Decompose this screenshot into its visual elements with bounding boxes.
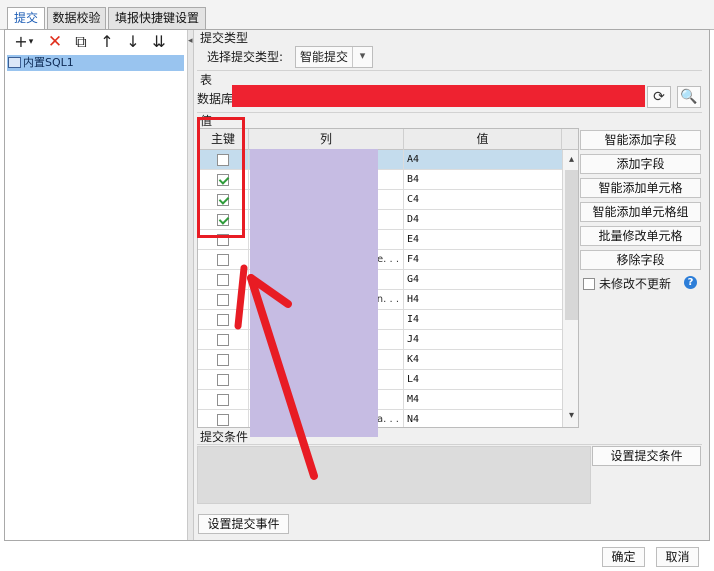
primary-key-cell xyxy=(198,310,249,330)
splitter-handle[interactable]: ◂ xyxy=(188,30,194,540)
primary-key-cell xyxy=(198,270,249,290)
table-section-title: 表 xyxy=(200,73,213,87)
submit-type-value: 智能提交 xyxy=(300,50,349,64)
tab-data-validation[interactable]: 数据校验 xyxy=(47,7,106,30)
primary-key-cell xyxy=(198,290,249,310)
submit-type-label: 选择提交类型: xyxy=(207,50,284,64)
value-cell[interactable]: H4 xyxy=(404,290,562,310)
value-cell[interactable]: I4 xyxy=(404,310,562,330)
value-cell[interactable]: G4 xyxy=(404,270,562,290)
chevron-down-icon[interactable]: ▾ xyxy=(352,47,372,67)
scroll-down-icon[interactable]: ▾ xyxy=(563,408,578,424)
smart-add-cell-button[interactable]: 智能添加单元格 xyxy=(580,178,701,198)
primary-key-cell xyxy=(198,370,249,390)
column-redaction xyxy=(250,149,378,437)
tab-shortcut-settings[interactable]: 填报快捷键设置 xyxy=(108,7,206,30)
value-cell[interactable]: A4 xyxy=(404,150,562,170)
primary-key-checkbox[interactable] xyxy=(217,394,229,406)
header-column[interactable]: 列 xyxy=(249,129,404,150)
table-scrollbar[interactable]: ▴ ▾ xyxy=(562,150,578,427)
smart-add-cell-group-button[interactable]: 智能添加单元格组 xyxy=(580,202,701,222)
divider xyxy=(197,70,702,71)
browse-table-icon[interactable]: 🔍 xyxy=(677,86,701,108)
batch-modify-cells-button[interactable]: 批量修改单元格 xyxy=(580,226,701,246)
database-label: 数据库 xyxy=(197,92,234,106)
value-cell[interactable]: F4 xyxy=(404,250,562,270)
value-cell[interactable]: D4 xyxy=(404,210,562,230)
move-bottom-icon[interactable]: ⇊ xyxy=(148,32,170,52)
primary-key-checkbox[interactable] xyxy=(217,254,229,266)
scrollbar-thumb[interactable] xyxy=(565,170,578,320)
primary-key-cell xyxy=(198,410,249,427)
primary-key-checkbox[interactable] xyxy=(217,314,229,326)
remove-field-button[interactable]: 移除字段 xyxy=(580,250,701,270)
primary-key-checkbox[interactable] xyxy=(217,334,229,346)
value-cell[interactable]: B4 xyxy=(404,170,562,190)
value-cell[interactable]: N4 xyxy=(404,410,562,427)
set-submit-conditions-button[interactable]: 设置提交条件 xyxy=(592,446,701,466)
value-cell[interactable]: J4 xyxy=(404,330,562,350)
primary-key-cell xyxy=(198,330,249,350)
delete-icon[interactable]: ✕ xyxy=(44,32,66,52)
submit-type-section-title: 提交类型 xyxy=(200,31,249,45)
value-cell[interactable]: C4 xyxy=(404,190,562,210)
value-cell[interactable]: M4 xyxy=(404,390,562,410)
tree-item-label: 内置SQL1 xyxy=(23,56,74,69)
move-down-icon[interactable]: ↓ xyxy=(122,32,144,52)
primary-key-checkbox[interactable] xyxy=(217,294,229,306)
database-field-redacted[interactable] xyxy=(232,85,645,107)
primary-key-cell xyxy=(198,250,249,270)
value-cell[interactable]: K4 xyxy=(404,350,562,370)
divider xyxy=(197,444,702,445)
submit-conditions-title: 提交条件 xyxy=(200,430,249,444)
value-cell[interactable]: L4 xyxy=(404,370,562,390)
smart-add-field-button[interactable]: 智能添加字段 xyxy=(580,130,701,150)
scroll-up-icon[interactable]: ▴ xyxy=(563,152,578,168)
add-field-button[interactable]: 添加字段 xyxy=(580,154,701,174)
divider xyxy=(197,112,702,113)
primary-key-checkbox[interactable] xyxy=(217,374,229,386)
ok-button[interactable]: 确定 xyxy=(602,547,645,567)
primary-key-cell xyxy=(198,350,249,370)
conditions-display xyxy=(197,446,591,504)
tab-submit[interactable]: 提交 xyxy=(7,7,45,31)
set-submit-events-button[interactable]: 设置提交事件 xyxy=(198,514,289,534)
primary-key-cell xyxy=(198,390,249,410)
cancel-button[interactable]: 取消 xyxy=(656,547,699,567)
sql-list-pane xyxy=(5,30,188,540)
copy-icon[interactable]: ⧉ xyxy=(70,32,92,52)
table-header: 主键 列 值 xyxy=(198,129,578,150)
primary-key-checkbox[interactable] xyxy=(217,354,229,366)
add-dropdown-icon[interactable]: ▾ xyxy=(26,32,36,52)
header-value[interactable]: 值 xyxy=(404,129,562,150)
help-icon[interactable]: ? xyxy=(684,276,697,289)
value-cell[interactable]: E4 xyxy=(404,230,562,250)
primary-key-checkbox[interactable] xyxy=(217,274,229,286)
primary-key-checkbox[interactable] xyxy=(217,414,229,426)
annotation-highlight-box xyxy=(197,117,245,238)
no-change-no-update-label: 未修改不更新 xyxy=(599,277,672,291)
no-change-no-update-checkbox[interactable] xyxy=(583,278,595,290)
database-sql-icon xyxy=(8,57,21,68)
refresh-icon[interactable]: ⟳ xyxy=(647,86,671,108)
move-up-icon[interactable]: ↑ xyxy=(96,32,118,52)
